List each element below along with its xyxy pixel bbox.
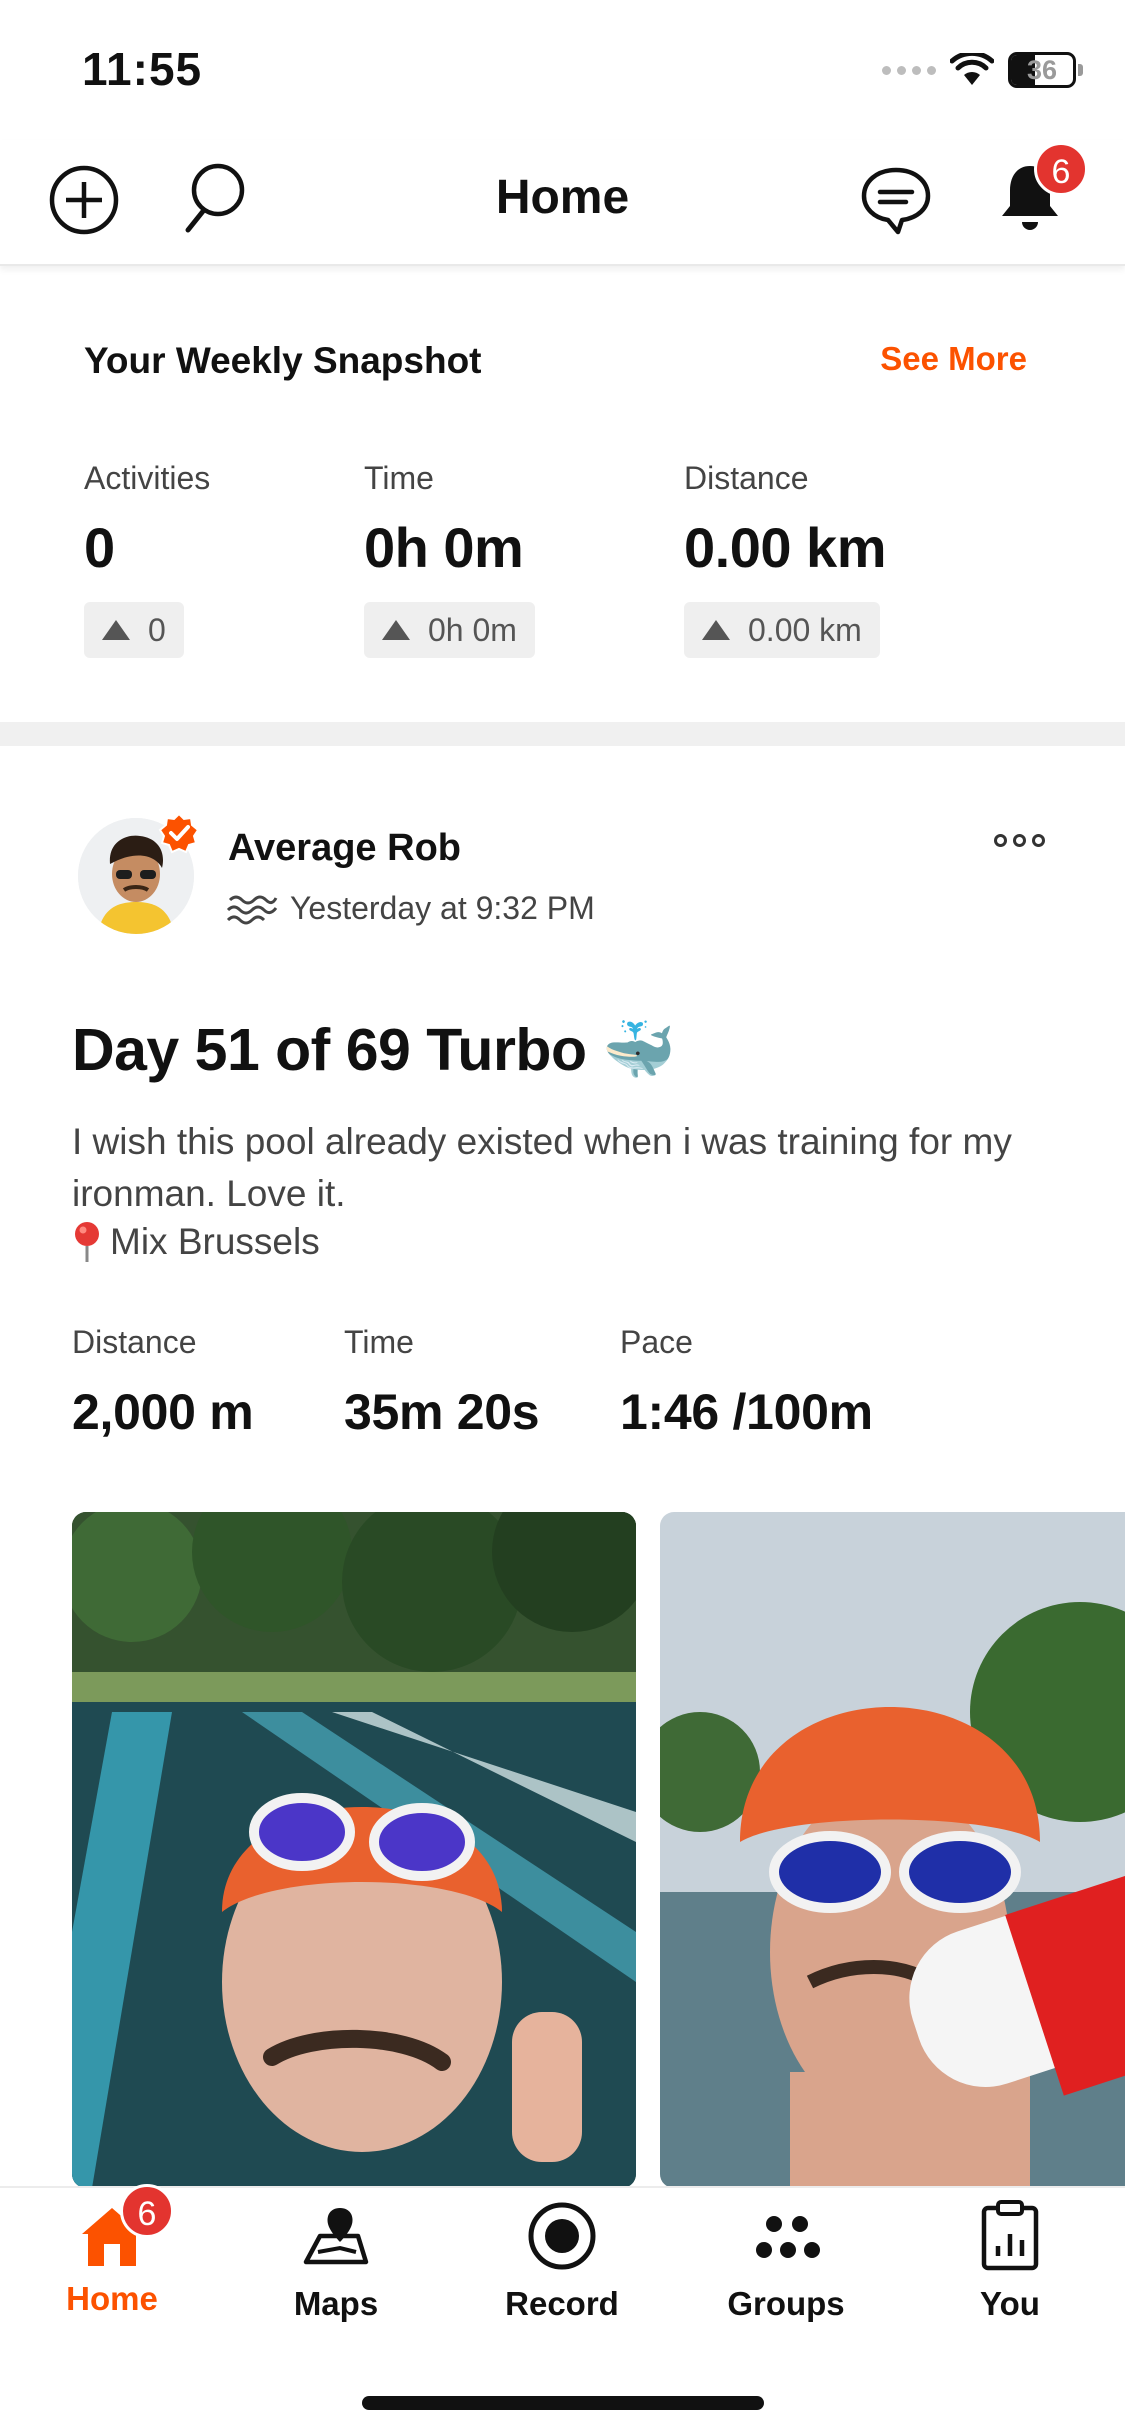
nav-you[interactable]: You <box>920 2200 1100 2323</box>
section-divider <box>0 722 1125 746</box>
nav-label: Maps <box>293 2285 379 2322</box>
nav-groups[interactable]: Groups <box>696 2200 876 2323</box>
stat-delta: 0.00 km <box>684 602 880 658</box>
snapshot-title: Your Weekly Snapshot <box>84 340 482 381</box>
activity-stat-value: 35m 20s <box>344 1384 540 1440</box>
pin-icon <box>75 1222 99 1262</box>
map-icon <box>303 2208 369 2265</box>
chat-icon <box>861 167 931 235</box>
home-badge: 6 <box>120 2184 174 2238</box>
activity-description: I wish this pool already existed when i … <box>72 1121 1012 1214</box>
stat-label: Distance <box>684 460 809 496</box>
snapshot-activities: Activities 0 0 <box>84 460 210 658</box>
delta-value: 0h 0m <box>428 611 517 648</box>
stat-delta: 0h 0m <box>364 602 535 658</box>
nav-label: Home <box>66 2280 158 2317</box>
stat-value: 0 <box>84 516 115 579</box>
snapshot-time: Time 0h 0m 0h 0m <box>364 460 535 658</box>
groups-icon <box>756 2216 820 2258</box>
activity-photo[interactable] <box>660 1512 1125 2188</box>
up-arrow-icon <box>702 620 730 640</box>
battery-icon: 36 <box>1008 52 1076 88</box>
activity-stat-label: Time <box>344 1324 414 1360</box>
swim-icon <box>226 895 278 925</box>
see-more-link[interactable]: See More <box>880 340 1027 378</box>
verified-badge-icon <box>158 812 200 854</box>
notifications-button[interactable]: 6 <box>996 142 1088 239</box>
activity-title[interactable]: Day 51 of 69 Turbo 🐳 <box>72 1016 676 1085</box>
nav-label: Record <box>505 2285 619 2322</box>
notification-badge: 6 <box>1034 142 1088 196</box>
post-author[interactable]: Average Rob <box>228 827 461 870</box>
location-name: Mix Brussels <box>110 1221 320 1262</box>
stat-label: Time <box>364 460 434 496</box>
snapshot-distance: Distance 0.00 km 0.00 km <box>684 460 887 658</box>
activity-stat-value: 1:46 /100m <box>620 1384 873 1440</box>
up-arrow-icon <box>382 620 410 640</box>
activity-stat-label: Distance <box>72 1324 197 1360</box>
activity-time: Time 35m 20s <box>344 1324 540 1441</box>
stat-value: 0.00 km <box>684 516 887 579</box>
activity-stat-label: Pace <box>620 1324 693 1360</box>
status-icons: 36 <box>882 50 1083 90</box>
page-title: Home <box>495 171 630 224</box>
activity-distance: Distance 2,000 m <box>72 1324 254 1441</box>
up-arrow-icon <box>102 620 130 640</box>
signal-icon <box>882 65 936 75</box>
activity-photo[interactable] <box>72 1512 636 2188</box>
messages-button[interactable] <box>858 164 934 241</box>
nav-maps[interactable]: Maps <box>246 2200 426 2323</box>
photo-image <box>660 1512 1125 2188</box>
status-time: 11:55 <box>82 43 203 95</box>
photo-image <box>72 1512 636 2188</box>
nav-home[interactable]: 6 Home <box>22 2184 202 2318</box>
post-meta: Yesterday at 9:32 PM <box>226 888 595 928</box>
delta-value: 0 <box>148 611 166 648</box>
nav-label: You <box>980 2285 1040 2322</box>
delta-value: 0.00 km <box>748 611 862 648</box>
home-indicator <box>362 2396 764 2410</box>
more-options-icon[interactable] <box>994 834 1045 847</box>
nav-label: Groups <box>727 2285 845 2322</box>
record-icon <box>528 2202 596 2270</box>
wifi-icon <box>950 53 994 85</box>
post-timestamp: Yesterday at 9:32 PM <box>290 889 595 926</box>
profile-icon <box>981 2200 1039 2271</box>
stat-delta: 0 <box>84 602 184 658</box>
activity-pace: Pace 1:46 /100m <box>620 1324 873 1441</box>
activity-stat-value: 2,000 m <box>72 1384 254 1440</box>
stat-value: 0h 0m <box>364 516 524 579</box>
activity-location: Mix Brussels <box>72 1220 320 1264</box>
nav-record[interactable]: Record <box>472 2200 652 2323</box>
stat-label: Activities <box>84 460 211 496</box>
battery-level: 36 <box>1026 54 1058 85</box>
